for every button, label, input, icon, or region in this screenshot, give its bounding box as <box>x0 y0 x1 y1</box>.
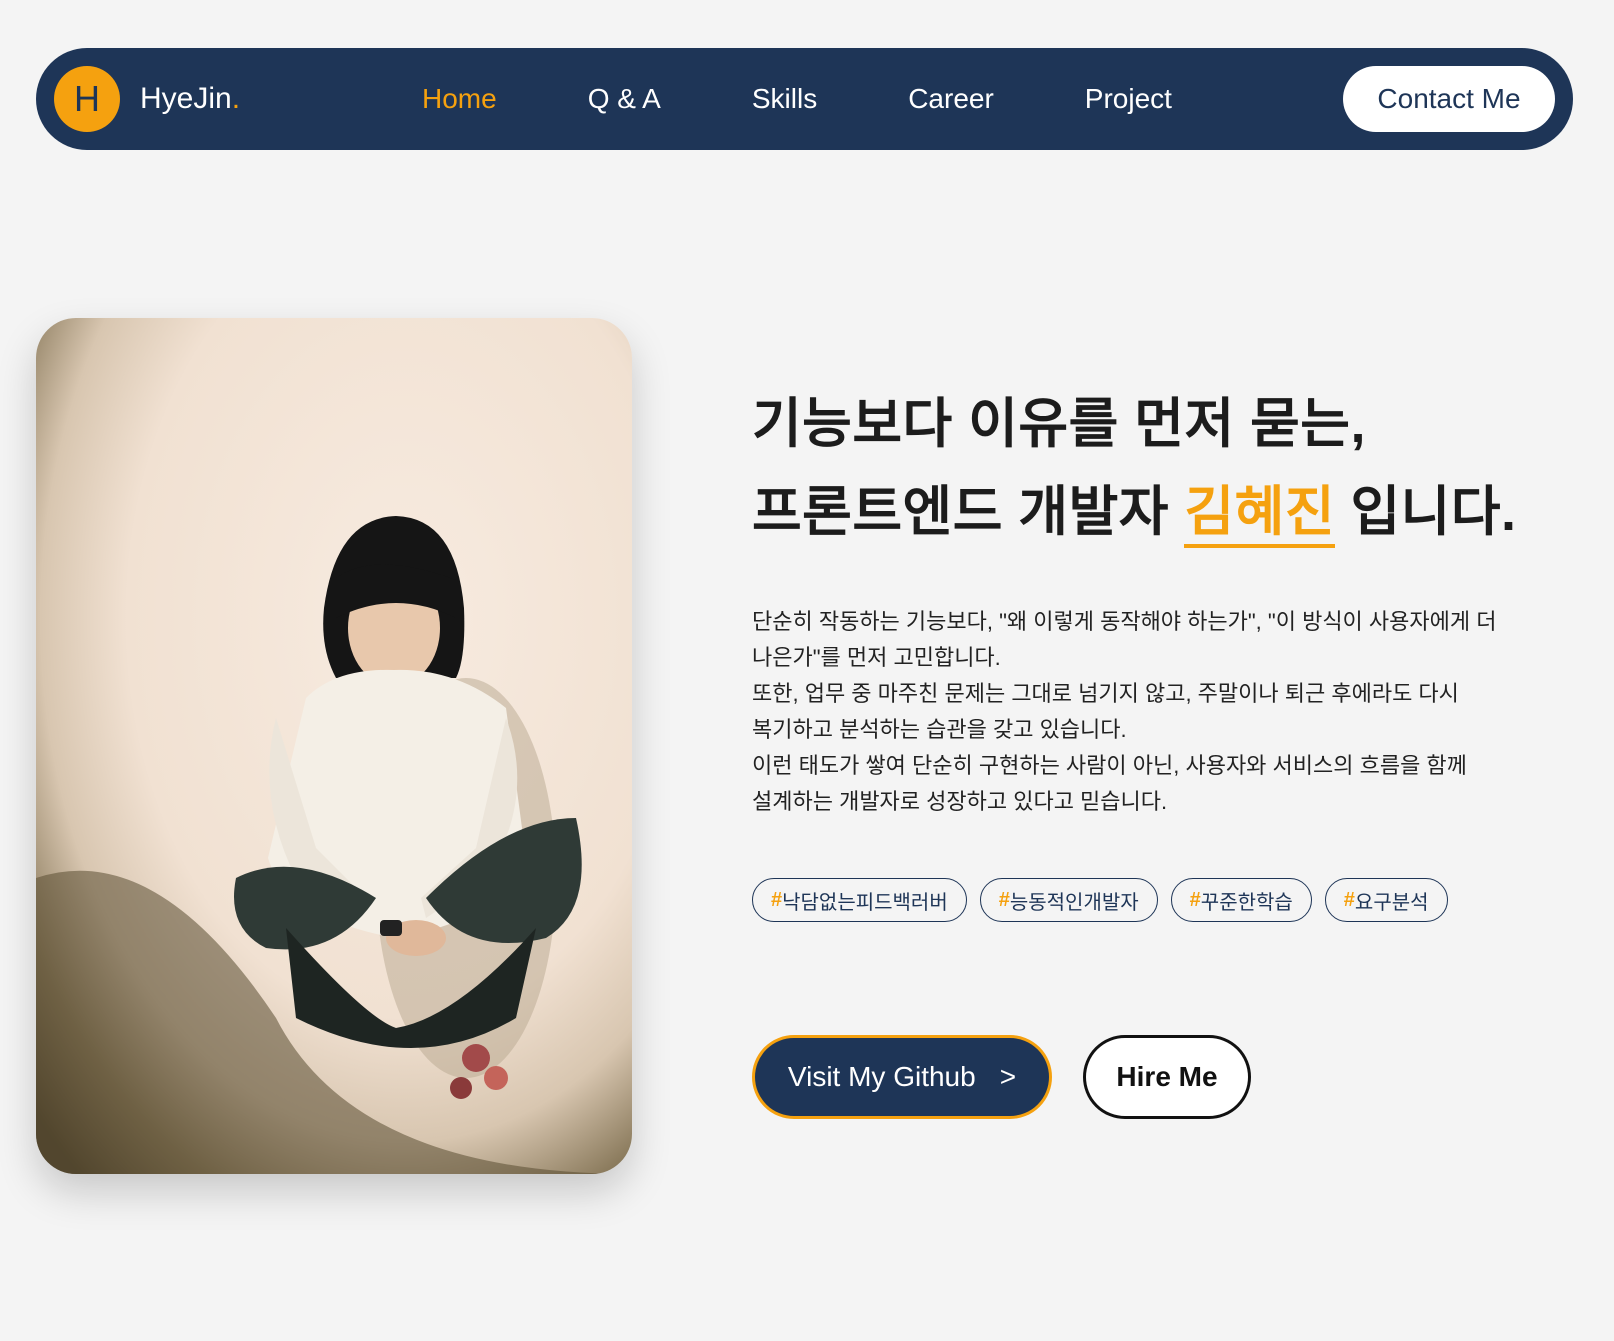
hero-title-name: 김혜진 <box>1184 482 1335 548</box>
hashtag-symbol: # <box>1343 888 1355 911</box>
hero-description: 단순히 작동하는 기능보다, "왜 이렇게 동작해야 하는가", "이 방식이 … <box>752 604 1582 820</box>
hashtag-symbol: # <box>998 888 1010 911</box>
brand-avatar-letter: H <box>74 78 100 119</box>
hero-title-line-2: 프론트엔드 개발자 김혜진 입니다. <box>752 468 1517 556</box>
hero-description-line: 단순히 작동하는 기능보다, "왜 이렇게 동작해야 하는가", "이 방식이 … <box>752 609 1497 634</box>
hero-description-line: 이런 태도가 쌓여 단순히 구현하는 사람이 아닌, 사용자와 서비스의 흐름을… <box>752 753 1467 778</box>
hero-description-line: 복기하고 분석하는 습관을 갖고 있습니다. <box>752 717 1127 742</box>
hero-description-line: 나은가"를 먼저 고민합니다. <box>752 645 1001 670</box>
hashtag-text: 요구분석 <box>1354 891 1429 914</box>
hashtag-text: 능동적인개발자 <box>1009 891 1139 914</box>
hero-description-line: 설계하는 개발자로 성장하고 있다고 믿습니다. <box>752 789 1168 814</box>
hire-me-button[interactable]: Hire Me <box>1083 1035 1251 1119</box>
brand-dot: . <box>231 82 241 115</box>
nav-link-home[interactable]: Home <box>422 83 497 115</box>
hero-title-suffix: 입니다. <box>1335 482 1517 542</box>
visit-github-button[interactable]: Visit My Github > <box>752 1035 1052 1119</box>
nav-link-skills[interactable]: Skills <box>752 83 817 115</box>
hashtag-text: 낙담없는피드백러버 <box>782 891 948 914</box>
brand-name: HyeJin. <box>140 82 240 116</box>
hero-description-line: 또한, 업무 중 마주친 문제는 그대로 넘기지 않고, 주말이나 퇴근 후에라… <box>752 681 1459 706</box>
profile-photo <box>36 318 632 1174</box>
chevron-right-icon: > <box>999 1061 1017 1092</box>
brand-avatar-icon: H <box>54 66 120 132</box>
nav-link-career[interactable]: Career <box>908 83 994 115</box>
brand-name-text: HyeJin <box>140 82 232 115</box>
hashtag-symbol: # <box>1189 888 1201 911</box>
nav-link-project[interactable]: Project <box>1085 83 1172 115</box>
visit-github-label: Visit My Github <box>787 1061 976 1092</box>
page: H HyeJin. Home Q & A Skills Career Proje… <box>0 0 1614 1341</box>
hashtag-feedback: # 낙담없는피드백러버 <box>752 878 967 922</box>
hashtag-proactive: # 능동적인개발자 <box>979 878 1158 922</box>
hero-title-line-1: 기능보다 이유를 먼저 묻는, <box>752 394 1366 454</box>
hashtag-requirements: # 요구분석 <box>1324 878 1448 922</box>
contact-me-button[interactable]: Contact Me <box>1343 66 1555 132</box>
top-navbar: H HyeJin. Home Q & A Skills Career Proje… <box>36 48 1573 150</box>
brand-logo[interactable]: H HyeJin. <box>54 66 240 132</box>
hero-title-prefix: 프론트엔드 개발자 <box>752 482 1185 542</box>
hashtag-symbol: # <box>771 888 783 911</box>
hashtag-list: # 낙담없는피드백러버 # 능동적인개발자 # 꾸준한학습 # 요구분석 <box>752 878 1461 922</box>
nav-link-qna[interactable]: Q & A <box>588 83 661 115</box>
portrait-photo-icon <box>36 318 632 1174</box>
hero-title: 기능보다 이유를 먼저 묻는, 프론트엔드 개발자 김혜진 입니다. <box>752 380 1517 556</box>
hashtag-learning: # 꾸준한학습 <box>1170 878 1312 922</box>
nav-links: Home Q & A Skills Career Project <box>422 48 1172 150</box>
hashtag-text: 꾸준한학습 <box>1200 891 1293 914</box>
